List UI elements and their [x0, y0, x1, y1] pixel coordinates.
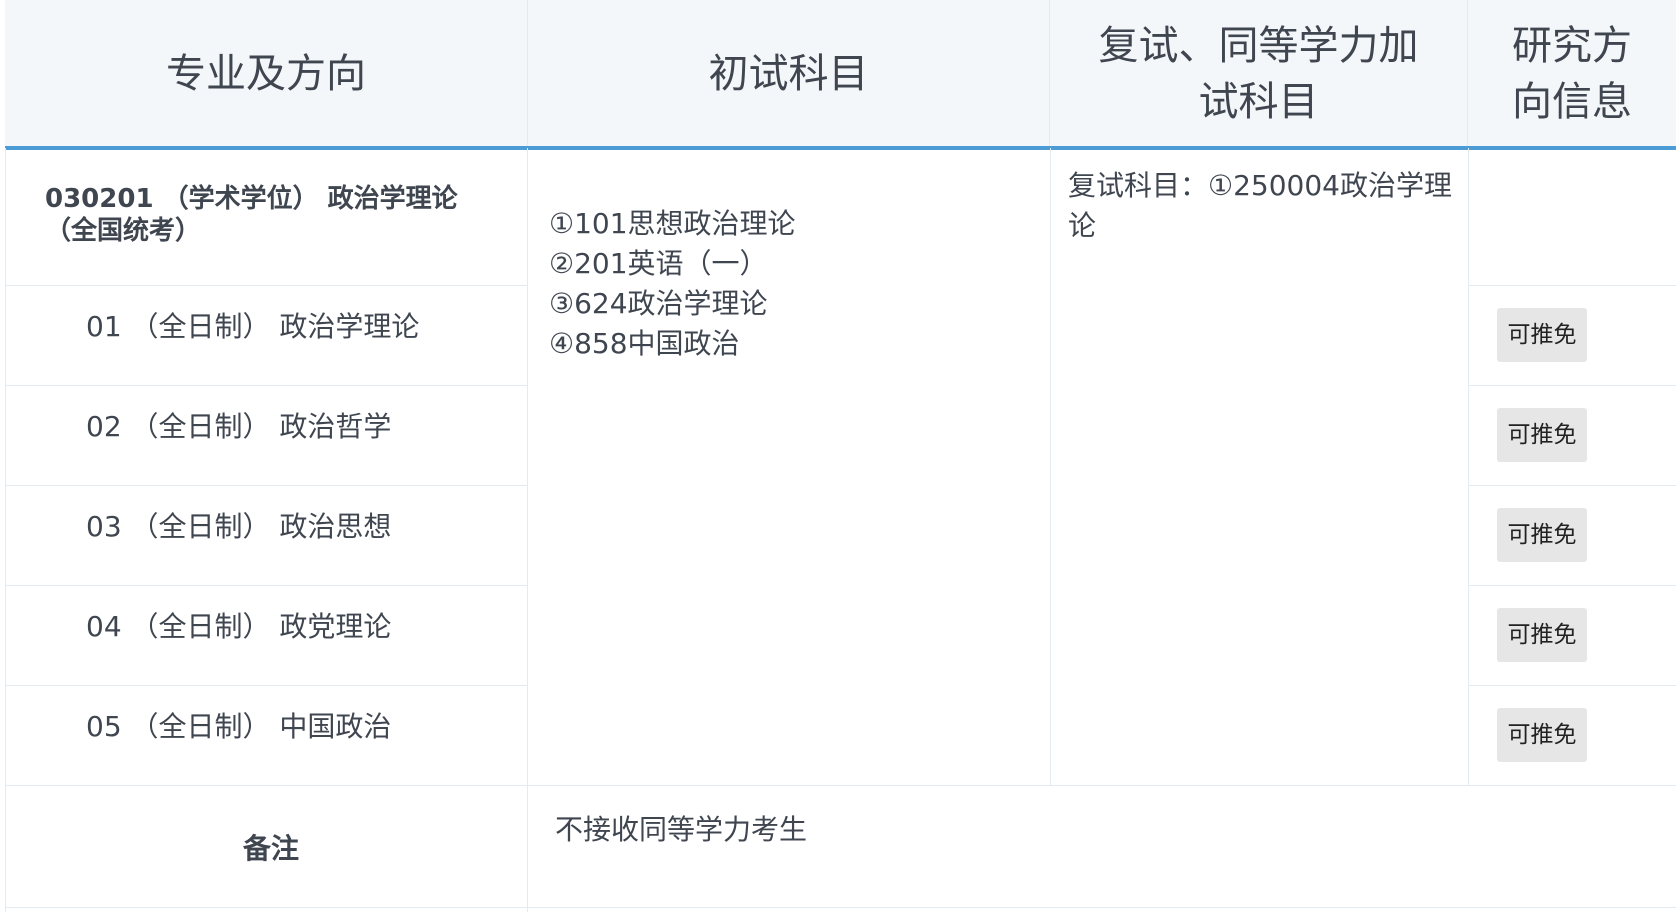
col-divider-2: [1050, 148, 1051, 786]
initial-subject-4: ④858中国政治: [549, 327, 740, 360]
row-divider-4-right: [1468, 685, 1676, 686]
recommend-exempt-badge-05[interactable]: 可推免: [1497, 708, 1587, 762]
row-divider-1: [5, 385, 527, 386]
remarks-text: 不接收同等学力考生: [555, 813, 808, 846]
recommend-exempt-badge-03[interactable]: 可推免: [1497, 508, 1587, 562]
direction-02: 02 （全日制） 政治哲学: [86, 410, 392, 443]
direction-04: 04 （全日制） 政党理论: [86, 610, 392, 643]
row-divider-major-right: [1468, 285, 1676, 286]
table-left-border: [5, 148, 6, 912]
row-divider-1-right: [1468, 385, 1676, 386]
row-divider-4: [5, 685, 527, 686]
header-underline: [5, 146, 1676, 150]
direction-05: 05 （全日制） 中国政治: [86, 710, 392, 743]
initial-subject-3: ③624政治学理论: [549, 287, 768, 320]
row-divider-2: [5, 485, 527, 486]
initial-subject-1: ①101思想政治理论: [549, 207, 796, 240]
recommend-exempt-badge-01[interactable]: 可推免: [1497, 308, 1587, 362]
direction-03: 03 （全日制） 政治思想: [86, 510, 392, 543]
initial-subjects-list: ①101思想政治理论 ②201英语（一） ③624政治学理论 ④858中国政治: [549, 204, 796, 364]
major-title: 030201 （学术学位） 政治学理论（全国统考）: [45, 184, 458, 246]
initial-subject-2: ②201英语（一）: [549, 247, 768, 280]
header-research-info: 研究方向信息: [1468, 0, 1676, 148]
row-divider-2-right: [1468, 485, 1676, 486]
retest-subjects: 复试科目：①250004政治学理论: [1068, 169, 1452, 242]
header-initial-subjects-label: 初试科目: [708, 51, 869, 97]
header-retest-subjects: 复试、同等学力加试科目: [1050, 0, 1468, 148]
recommend-exempt-badge-02[interactable]: 可推免: [1497, 408, 1587, 462]
direction-01: 01 （全日制） 政治学理论: [86, 310, 420, 343]
header-major-label: 专业及方向: [166, 51, 366, 97]
header-major: 专业及方向: [5, 0, 528, 148]
row-divider-3-right: [1468, 585, 1676, 586]
col-divider-3: [1468, 148, 1469, 786]
recommend-exempt-badge-04[interactable]: 可推免: [1497, 608, 1587, 662]
remarks-label: 备注: [242, 832, 299, 865]
row-divider-major: [5, 285, 527, 286]
header-retest-subjects-label: 复试、同等学力加试科目: [1098, 23, 1419, 125]
row-divider-3: [5, 585, 527, 586]
header-research-info-label: 研究方向信息: [1512, 23, 1632, 125]
header-initial-subjects: 初试科目: [528, 0, 1050, 148]
admission-table: 专业及方向 初试科目 复试、同等学力加试科目 研究方向信息 030201 （学术…: [5, 0, 1676, 912]
admission-table-page: 专业及方向 初试科目 复试、同等学力加试科目 研究方向信息 030201 （学术…: [0, 0, 1676, 912]
